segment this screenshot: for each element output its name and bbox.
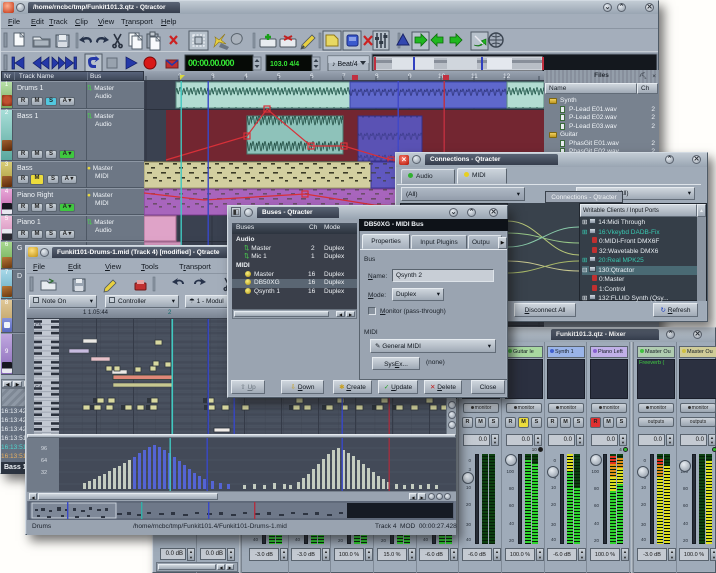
svg-text:103.0 4/4: 103.0 4/4	[270, 61, 299, 68]
svg-text:11: 11	[471, 73, 478, 80]
svg-text:00:00.00.000: 00:00.00.000	[188, 58, 234, 68]
svg-text:96: 96	[41, 446, 47, 452]
svg-text:12: 12	[503, 73, 511, 80]
svg-text:♪ Beat/4: ♪ Beat/4	[332, 61, 358, 68]
svg-text:32: 32	[41, 470, 47, 476]
svg-text:64: 64	[41, 458, 47, 464]
